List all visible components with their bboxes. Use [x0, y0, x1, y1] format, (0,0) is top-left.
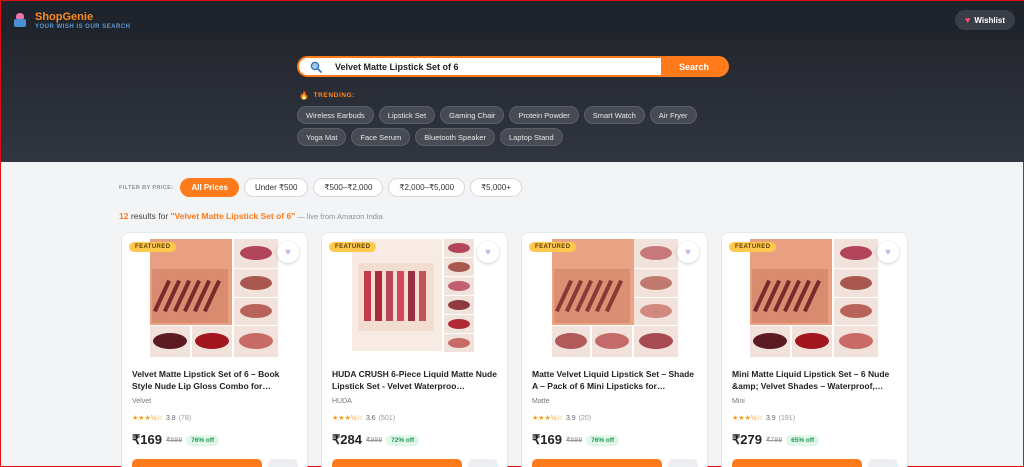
top-bar: ShopGenie YOUR WISH IS OUR SEARCH ♥ Wish… [1, 1, 1024, 39]
star-icons: ★★★½☆ [132, 415, 163, 422]
search-hero: Search 🔥 TRENDING: Wireless Earbuds Lips… [1, 39, 1024, 162]
view-deal-button[interactable] [332, 459, 462, 467]
trending-label: 🔥 TRENDING: [299, 91, 355, 100]
featured-badge: FEATURED [129, 242, 177, 252]
price: ₹284 [332, 432, 362, 447]
product-rating: ★★★½☆ 3.6 (501) [332, 414, 395, 422]
product-title[interactable]: Mini Matte Liquid Lipstick Set – 6 Nude … [732, 368, 900, 392]
add-to-wishlist-heart-icon[interactable]: ♥ [677, 241, 699, 263]
product-price-row: ₹279 ₹799 65% off [732, 432, 820, 448]
mrp: ₹799 [765, 437, 783, 444]
trending-chip[interactable]: Air Fryer [649, 106, 697, 124]
discount-badge: 65% off [786, 434, 820, 446]
star-icons: ★★★½☆ [732, 415, 763, 422]
view-deal-button[interactable] [732, 459, 862, 467]
product-card[interactable]: FEATURED ♥ Mini Matte Liquid Lipstick Se… [721, 232, 908, 467]
mrp: ₹699 [165, 437, 183, 444]
mrp: ₹999 [365, 437, 383, 444]
product-price-row: ₹169 ₹699 76% off [132, 432, 220, 448]
secondary-action-button[interactable] [668, 459, 698, 467]
price-filter-row: FILTER BY PRICE: All Prices Under ₹500 ₹… [119, 178, 522, 197]
product-brand: Mini [732, 398, 745, 405]
fire-icon: 🔥 [299, 91, 310, 100]
filter-under-500[interactable]: Under ₹500 [243, 178, 309, 197]
product-rating: ★★★½☆ 3.9 (20) [532, 414, 591, 422]
product-title[interactable]: Matte Velvet Liquid Lipstick Set – Shade… [532, 368, 700, 392]
secondary-action-button[interactable] [468, 459, 498, 467]
price: ₹169 [532, 432, 562, 447]
discount-badge: 76% off [586, 434, 620, 446]
results-text: results for [128, 211, 171, 221]
results-query: "Velvet Matte Lipstick Set of 6" [170, 211, 296, 221]
product-title[interactable]: Velvet Matte Lipstick Set of 6 – Book St… [132, 368, 300, 392]
product-price-row: ₹284 ₹999 72% off [332, 432, 420, 448]
view-deal-button[interactable] [132, 459, 262, 467]
filter-500-2000[interactable]: ₹500–₹2,000 [313, 178, 384, 197]
secondary-action-button[interactable] [268, 459, 298, 467]
wishlist-button[interactable]: ♥ Wishlist [955, 10, 1015, 30]
product-card[interactable]: FEATURED ♥ HUDA CRUSH 6-Piece Liquid Mat… [321, 232, 508, 467]
search-icon [305, 58, 327, 75]
product-card[interactable]: FEATURED ♥ Velvet Matte Lipstick Set of … [121, 232, 308, 467]
add-to-wishlist-heart-icon[interactable]: ♥ [277, 241, 299, 263]
rating-value: 3.8 [165, 415, 176, 422]
trending-chip[interactable]: Wireless Earbuds [297, 106, 374, 124]
brand-name: ShopGenie [35, 10, 94, 23]
review-count: (191) [778, 415, 796, 422]
trending-chip[interactable]: Protein Powder [509, 106, 579, 124]
featured-badge: FEATURED [729, 242, 777, 252]
view-deal-button[interactable] [532, 459, 662, 467]
trending-chip[interactable]: Lipstick Set [378, 106, 436, 124]
product-title[interactable]: HUDA CRUSH 6-Piece Liquid Matte Nude Lip… [332, 368, 500, 392]
rating-value: 3.9 [765, 415, 776, 422]
product-price-row: ₹169 ₹699 76% off [532, 432, 620, 448]
genie-logo-icon [13, 13, 27, 27]
product-rating: ★★★½☆ 3.8 (78) [132, 414, 191, 422]
product-rating: ★★★½☆ 3.9 (191) [732, 414, 795, 422]
add-to-wishlist-heart-icon[interactable]: ♥ [477, 241, 499, 263]
review-count: (78) [178, 415, 192, 422]
product-brand: Velvet [132, 398, 152, 405]
brand[interactable]: ShopGenie YOUR WISH IS OUR SEARCH [35, 11, 131, 30]
search-button[interactable]: Search [661, 58, 727, 75]
discount-badge: 72% off [386, 434, 420, 446]
trending-chips-row-2: Yoga Mat Face Serum Bluetooth Speaker La… [297, 128, 717, 146]
trending-chips-row-1: Wireless Earbuds Lipstick Set Gaming Cha… [297, 106, 717, 124]
mrp: ₹699 [565, 437, 583, 444]
heart-icon: ♥ [965, 15, 971, 25]
trending-chip[interactable]: Laptop Stand [500, 128, 563, 146]
search-input[interactable] [327, 61, 661, 72]
trending-chip[interactable]: Gaming Chair [440, 106, 505, 124]
results-source: — live from Amazon India [295, 212, 383, 221]
filter-2000-5000[interactable]: ₹2,000–₹5,000 [388, 178, 466, 197]
trending-chip[interactable]: Bluetooth Speaker [415, 128, 495, 146]
featured-badge: FEATURED [329, 242, 377, 252]
add-to-wishlist-heart-icon[interactable]: ♥ [877, 241, 899, 263]
secondary-action-button[interactable] [868, 459, 898, 467]
wishlist-label: Wishlist [974, 15, 1005, 25]
review-count: (501) [378, 415, 396, 422]
discount-badge: 76% off [186, 434, 220, 446]
star-icons: ★★★½☆ [332, 415, 363, 422]
review-count: (20) [578, 415, 592, 422]
filter-all-prices[interactable]: All Prices [180, 178, 239, 197]
featured-badge: FEATURED [529, 242, 577, 252]
rating-value: 3.6 [365, 415, 376, 422]
filter-5000-plus[interactable]: ₹5,000+ [470, 178, 522, 197]
product-brand: Matte [532, 398, 550, 405]
price: ₹279 [732, 432, 762, 447]
brand-tagline: YOUR WISH IS OUR SEARCH [35, 23, 131, 30]
trending-chip[interactable]: Yoga Mat [297, 128, 347, 146]
filter-label: FILTER BY PRICE: [119, 184, 174, 191]
trending-chip[interactable]: Face Serum [351, 128, 411, 146]
star-icons: ★★★½☆ [532, 415, 563, 422]
price: ₹169 [132, 432, 162, 447]
results-summary: 12 results for "Velvet Matte Lipstick Se… [119, 211, 383, 221]
rating-value: 3.9 [565, 415, 576, 422]
product-card[interactable]: FEATURED ♥ Matte Velvet Liquid Lipstick … [521, 232, 708, 467]
trending-chip[interactable]: Smart Watch [583, 106, 645, 124]
product-brand: HUDA [332, 398, 352, 405]
trending-label-text: TRENDING: [313, 92, 356, 99]
search-bar: Search [297, 56, 729, 77]
